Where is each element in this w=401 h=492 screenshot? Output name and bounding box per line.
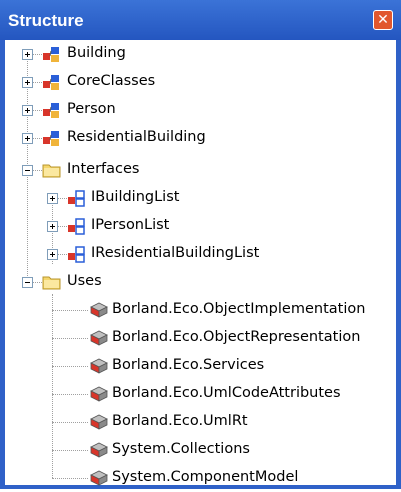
namespace-icon (90, 470, 108, 486)
tree-line (32, 138, 42, 139)
tree-line (57, 254, 67, 255)
namespace-icon (90, 302, 108, 318)
tree-node-label: CoreClasses (67, 73, 156, 89)
class-icon (43, 103, 59, 118)
tree-node-label: Uses (67, 273, 102, 289)
tree-line (52, 450, 88, 451)
tree-node-namespace[interactable]: Borland.Eco.ObjectRepresentation (5, 326, 396, 352)
tree-node-namespace[interactable]: System.Collections (5, 438, 396, 464)
tree-node-label: Person (67, 101, 116, 117)
namespace-icon (90, 358, 108, 374)
namespace-icon (90, 442, 108, 458)
namespace-icon (90, 330, 108, 346)
tree-node-person[interactable]: Person (5, 98, 396, 124)
class-icon (43, 75, 59, 90)
tree-line (57, 198, 67, 199)
tree-node-label: Borland.Eco.UmlRt (112, 413, 248, 429)
panel-titlebar: Structure ✕ (0, 0, 401, 40)
tree-line (32, 282, 42, 283)
tree-node-uses[interactable]: Uses (5, 270, 396, 296)
tree-node-namespace[interactable]: Borland.Eco.UmlRt (5, 410, 396, 436)
tree-line (52, 310, 88, 311)
interface-icon (68, 190, 85, 207)
tree-node-label: Borland.Eco.UmlCodeAttributes (112, 385, 341, 401)
expand-toggle[interactable] (22, 105, 33, 116)
expand-toggle[interactable] (47, 221, 58, 232)
expand-toggle[interactable] (47, 193, 58, 204)
tree-node-label: System.ComponentModel (112, 469, 299, 485)
close-button[interactable]: ✕ (373, 10, 393, 30)
namespace-icon (90, 386, 108, 402)
tree-node-interfaces[interactable]: Interfaces (5, 158, 396, 184)
collapse-toggle[interactable] (22, 277, 33, 288)
tree-line (32, 54, 42, 55)
tree-node-namespace[interactable]: Borland.Eco.ObjectImplementation (5, 298, 396, 324)
class-icon (43, 47, 59, 62)
tree-line (52, 422, 88, 423)
tree-node-label: IResidentialBuildingList (91, 245, 260, 261)
tree-node-label: Borland.Eco.ObjectRepresentation (112, 329, 361, 345)
expand-toggle[interactable] (22, 49, 33, 60)
folder-open-icon (42, 164, 61, 178)
tree-line (52, 478, 88, 479)
folder-open-icon (42, 276, 61, 290)
tree-line (52, 338, 88, 339)
tree-node-residentialbuilding[interactable]: ResidentialBuilding (5, 126, 396, 152)
tree-node-iresidentialbuildinglist[interactable]: IResidentialBuildingList (5, 242, 396, 268)
close-icon: ✕ (377, 11, 389, 27)
tree-node-namespace[interactable]: Borland.Eco.Services (5, 354, 396, 380)
interface-icon (68, 246, 85, 263)
tree-node-label: Interfaces (67, 161, 140, 177)
class-icon (43, 131, 59, 146)
tree-node-coreclasses[interactable]: CoreClasses (5, 70, 396, 96)
tree-node-namespace[interactable]: Borland.Eco.UmlCodeAttributes (5, 382, 396, 408)
tree-line (32, 170, 42, 171)
tree-line (32, 110, 42, 111)
tree-node-label: ResidentialBuilding (67, 129, 206, 145)
structure-tree[interactable]: Building CoreClasses Person ResidentialB… (5, 40, 396, 486)
tree-node-label: System.Collections (112, 441, 250, 457)
expand-toggle[interactable] (47, 249, 58, 260)
tree-node-label: IBuildingList (91, 189, 180, 205)
tree-node-building[interactable]: Building (5, 42, 396, 68)
tree-node-label: Building (67, 45, 126, 61)
expand-toggle[interactable] (22, 77, 33, 88)
tree-node-label: Borland.Eco.ObjectImplementation (112, 301, 366, 317)
tree-node-label: Borland.Eco.Services (112, 357, 265, 373)
interface-icon (68, 218, 85, 235)
tree-line (52, 366, 88, 367)
expand-toggle[interactable] (22, 133, 33, 144)
collapse-toggle[interactable] (22, 165, 33, 176)
tree-node-namespace[interactable]: System.ComponentModel (5, 466, 396, 492)
namespace-icon (90, 414, 108, 430)
tree-node-ibuildinglist[interactable]: IBuildingList (5, 186, 396, 212)
panel-title: Structure (8, 11, 84, 30)
tree-node-ipersonlist[interactable]: IPersonList (5, 214, 396, 240)
tree-line (52, 394, 88, 395)
tree-line (57, 226, 67, 227)
tree-node-label: IPersonList (91, 217, 170, 233)
tree-line (32, 82, 42, 83)
structure-panel: Structure ✕ Building CoreClasses Person … (0, 0, 401, 489)
